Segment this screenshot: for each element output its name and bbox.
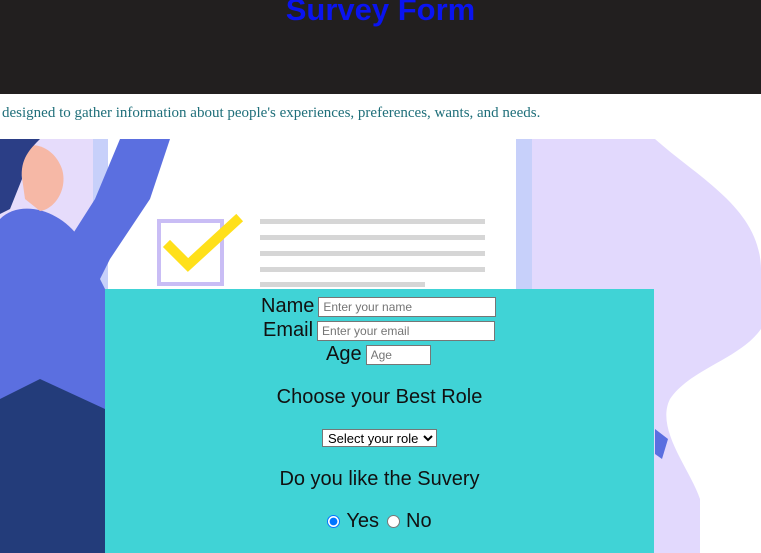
like-heading: Do you like the Suvery <box>279 468 480 490</box>
radio-no[interactable] <box>387 515 401 528</box>
page-title: Survey Form <box>285 0 476 27</box>
radio-no-label: No <box>406 510 432 532</box>
page-header: Survey Form <box>0 0 761 94</box>
email-input[interactable] <box>317 320 496 341</box>
radio-yes[interactable] <box>327 515 341 528</box>
like-radio-group: Yes No <box>105 510 654 533</box>
name-input[interactable] <box>318 296 497 317</box>
radio-yes-label: Yes <box>346 510 380 532</box>
email-label: Email <box>263 319 314 341</box>
name-label: Name <box>261 295 315 317</box>
survey-description: designed to gather information about peo… <box>2 105 541 121</box>
role-heading: Choose your Best Role <box>276 386 483 408</box>
survey-form: Name Email Age Choose your Best Role Sel… <box>105 289 654 553</box>
role-select[interactable]: Select your role <box>322 429 437 447</box>
age-input[interactable] <box>365 344 431 365</box>
age-label: Age <box>326 343 362 365</box>
name-row: Name <box>261 295 497 318</box>
age-row: Age <box>326 343 431 366</box>
role-select-wrap: Select your role <box>105 429 654 448</box>
email-row: Email <box>263 319 496 342</box>
radio-no-option[interactable]: No <box>387 510 432 533</box>
radio-yes-option[interactable]: Yes <box>327 510 379 533</box>
